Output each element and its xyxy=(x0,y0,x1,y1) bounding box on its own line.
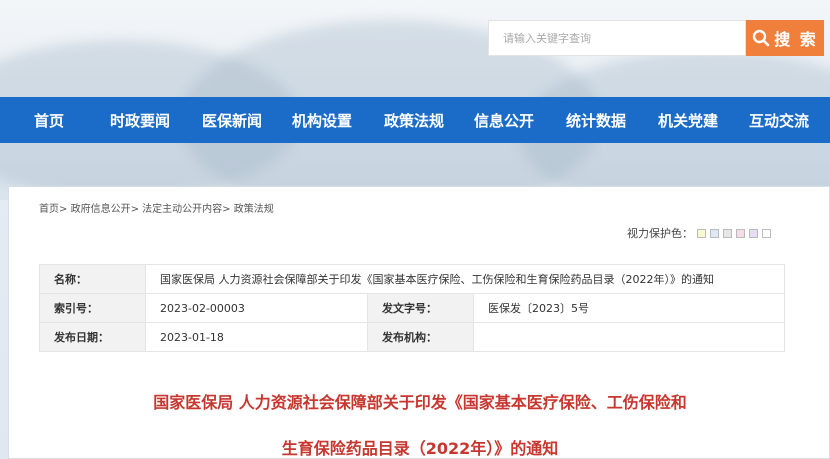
content-panel: 首页> 政府信息公开> 法定主动公开内容> 政策法规 视力保护色： 名称： 国家… xyxy=(8,186,830,459)
breadcrumb: 首页> 政府信息公开> 法定主动公开内容> 政策法规 xyxy=(39,200,274,215)
nav-item-policy[interactable]: 政策法规 xyxy=(384,110,444,131)
search-box[interactable] xyxy=(488,20,746,56)
color-swatch-blue[interactable] xyxy=(710,228,719,238)
org-label: 发布机构： xyxy=(367,322,474,352)
nav-item-organization[interactable]: 机构设置 xyxy=(292,110,352,131)
color-swatch-gray[interactable] xyxy=(723,228,732,238)
article-title-line1: 国家医保局 人力资源社会保障部关于印发《国家基本医疗保险、工伤保险和 xyxy=(153,393,687,412)
table-row: 发布日期： 2023-01-18 发布机构： xyxy=(39,322,785,352)
breadcrumb-separator: > xyxy=(130,204,139,215)
search-input[interactable] xyxy=(489,21,745,55)
nav-item-party[interactable]: 机关党建 xyxy=(658,110,718,131)
table-row: 名称： 国家医保局 人力资源社会保障部关于印发《国家基本医疗保险、工伤保险和生育… xyxy=(39,264,785,294)
nav-item-interaction[interactable]: 互动交流 xyxy=(749,110,809,131)
table-row: 索引号： 2023-02-00003 发文字号： 医保发〔2023〕5号 xyxy=(39,293,785,323)
nav-item-insurance-news[interactable]: 医保新闻 xyxy=(202,110,262,131)
breadcrumb-separator: > xyxy=(59,204,68,215)
date-value: 2023-01-18 xyxy=(145,322,368,352)
nav-item-statistics[interactable]: 统计数据 xyxy=(566,110,626,131)
color-swatch-white[interactable] xyxy=(762,228,771,238)
search-button-label: 搜 索 xyxy=(774,30,818,49)
color-swatch-purple[interactable] xyxy=(749,228,758,238)
breadcrumb-separator: > xyxy=(222,204,231,215)
color-swatch-pink[interactable] xyxy=(736,228,745,238)
main-nav: 首页 时政要闻 医保新闻 机构设置 政策法规 信息公开 统计数据 机关党建 互动… xyxy=(0,97,830,143)
search-button[interactable]: 搜 索 xyxy=(746,20,824,56)
document-meta-table: 名称： 国家医保局 人力资源社会保障部关于印发《国家基本医疗保险、工伤保险和生育… xyxy=(39,264,785,352)
index-label: 索引号： xyxy=(39,293,146,323)
eye-protect-colors: 视力保护色： xyxy=(627,225,771,241)
index-value: 2023-02-00003 xyxy=(145,293,368,323)
breadcrumb-policy[interactable]: 政策法规 xyxy=(234,204,274,215)
breadcrumb-legal-content[interactable]: 法定主动公开内容 xyxy=(142,204,222,215)
search-icon xyxy=(753,29,770,47)
article-title-line2: 生育保险药品目录（2022年）》的通知 xyxy=(281,439,559,458)
name-label: 名称： xyxy=(39,264,146,294)
name-value: 国家医保局 人力资源社会保障部关于印发《国家基本医疗保险、工伤保险和生育保险药品… xyxy=(145,264,785,294)
docno-label: 发文字号： xyxy=(367,293,474,323)
nav-item-home[interactable]: 首页 xyxy=(34,110,64,131)
breadcrumb-gov-info[interactable]: 政府信息公开 xyxy=(71,204,131,215)
color-swatch-yellow[interactable] xyxy=(697,228,706,238)
nav-item-info-disclosure[interactable]: 信息公开 xyxy=(474,110,534,131)
nav-item-news[interactable]: 时政要闻 xyxy=(110,110,170,131)
breadcrumb-home[interactable]: 首页 xyxy=(39,204,59,215)
org-value xyxy=(473,322,785,352)
eye-protect-label: 视力保护色： xyxy=(627,227,693,240)
docno-value: 医保发〔2023〕5号 xyxy=(473,293,785,323)
date-label: 发布日期： xyxy=(39,322,146,352)
